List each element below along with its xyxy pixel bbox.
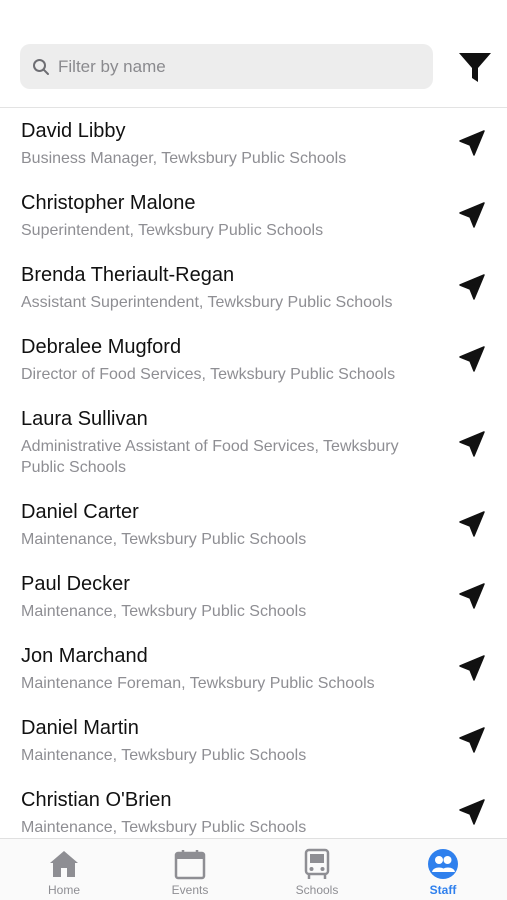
send-message-button[interactable] [454,197,490,233]
tab-events-label: Events [171,883,209,897]
search-bar[interactable] [20,44,433,89]
staff-row[interactable]: Daniel Carter Maintenance, Tewksbury Publ… [0,489,507,561]
send-icon [459,202,485,228]
send-message-button[interactable] [454,506,490,542]
staff-row[interactable]: David Libby Business Manager, Tewksbury P… [0,108,507,180]
send-icon [459,431,485,457]
staff-title: Business Manager, Tewksbury Public Schoo… [21,150,347,167]
staff-row[interactable]: Laura Sullivan Administrative Assistant o… [0,396,507,489]
tab-schools[interactable]: Schools [267,839,367,900]
staff-row[interactable]: Debralee Mugford Director of Food Service… [0,324,507,396]
staff-name: Debralee Mugford [21,336,182,358]
filter-button[interactable] [457,50,493,86]
send-icon [459,727,485,753]
staff-name: Christopher Malone [21,192,196,214]
staff-list[interactable]: David Libby Business Manager, Tewksbury P… [0,108,507,838]
bus-icon [304,848,330,879]
staff-title: Maintenance, Tewksbury Public Schools [21,747,307,764]
staff-row[interactable]: Christian O'Brien Maintenance, Tewksbury … [0,777,507,838]
staff-title: Maintenance, Tewksbury Public Schools [21,531,307,548]
send-message-button[interactable] [454,125,490,161]
send-message-button[interactable] [454,341,490,377]
send-message-button[interactable] [454,578,490,614]
tab-home-label: Home [47,883,80,897]
staff-title: Assistant Superintendent, Tewksbury Publ… [21,294,393,311]
home-icon [50,851,78,877]
staff-name: Laura Sullivan [21,408,148,430]
send-icon [459,583,485,609]
staff-name: Paul Decker [21,573,130,595]
staff-title: Superintendent, Tewksbury Public Schools [21,222,324,239]
staff-row[interactable]: Christopher Malone Superintendent, Tewksb… [0,180,507,252]
staff-row[interactable]: Daniel Martin Maintenance, Tewksbury Publ… [0,705,507,777]
send-message-button[interactable] [454,650,490,686]
staff-icon [428,849,458,879]
send-message-button[interactable] [454,426,490,462]
staff-title: Maintenance Foreman, Tewksbury Public Sc… [21,675,375,692]
staff-name: David Libby [21,120,126,142]
search-icon [33,58,49,75]
send-icon [459,799,485,825]
send-icon [459,130,485,156]
staff-row[interactable]: Jon Marchand Maintenance Foreman, Tewksbu… [0,633,507,705]
staff-row[interactable]: Paul Decker Maintenance, Tewksbury Public… [0,561,507,633]
staff-title: Director of Food Services, Tewksbury Pub… [21,366,396,383]
staff-row[interactable]: Brenda Theriault-Regan Assistant Superint… [0,252,507,324]
tab-staff-label: Staff [429,883,457,897]
send-icon [459,274,485,300]
staff-title: Maintenance, Tewksbury Public Schools [21,819,307,836]
send-icon [459,511,485,537]
send-icon [459,346,485,372]
staff-name: Jon Marchand [21,645,148,667]
tab-schools-label: Schools [295,883,339,897]
staff-title: Administrative Assistant of Food Service… [21,438,399,476]
staff-name: Daniel Carter [21,501,139,523]
tab-events[interactable]: Events [140,839,240,900]
staff-name: Christian O'Brien [21,789,172,811]
send-message-button[interactable] [454,269,490,305]
send-message-button[interactable] [454,722,490,758]
calendar-icon [174,850,206,880]
send-icon [459,655,485,681]
search-input[interactable] [58,56,398,77]
staff-title: Maintenance, Tewksbury Public Schools [21,603,307,620]
tab-staff[interactable]: Staff [393,839,493,900]
tab-bar: Home Events Schools Staff [0,838,507,900]
tab-home[interactable]: Home [14,839,114,900]
send-message-button[interactable] [454,794,490,830]
filter-icon [459,53,491,82]
staff-name: Brenda Theriault-Regan [21,264,235,286]
staff-name: Daniel Martin [21,717,139,739]
